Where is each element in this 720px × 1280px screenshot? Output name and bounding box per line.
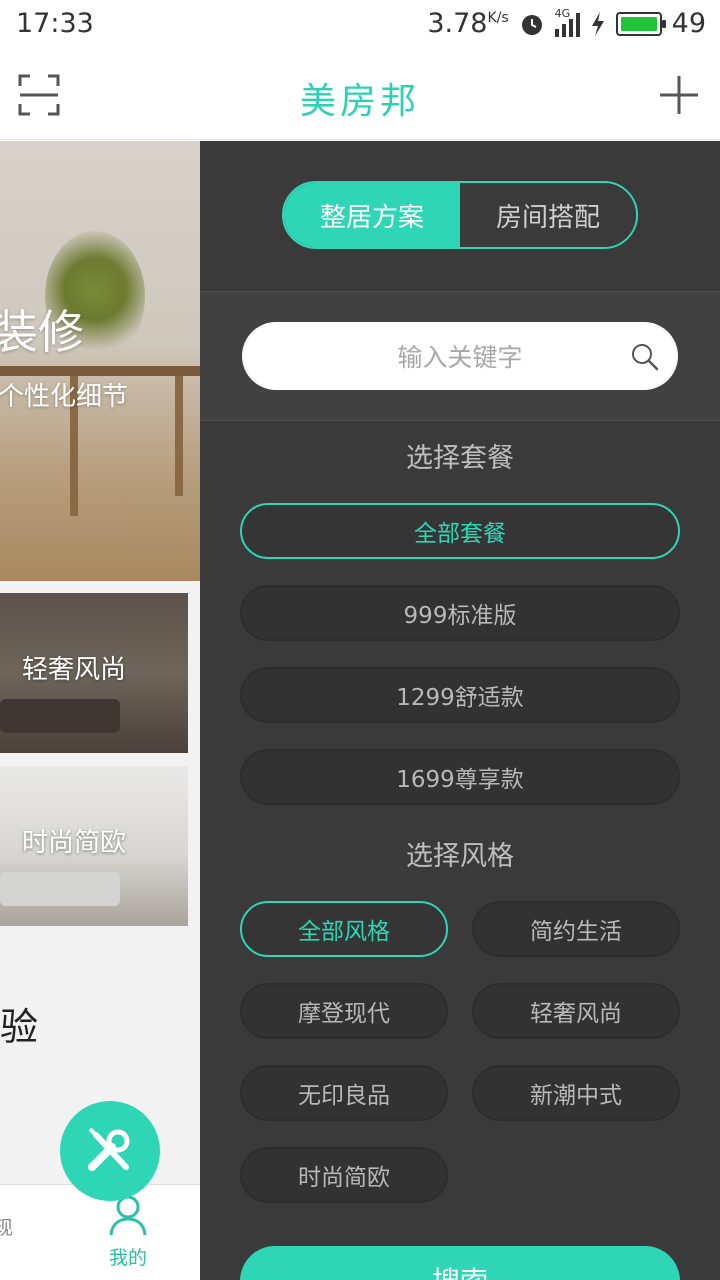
package-option-999[interactable]: 999标准版: [240, 585, 680, 641]
package-option-1299[interactable]: 1299舒适款: [240, 667, 680, 723]
style-option-muji[interactable]: 无印良品: [240, 1065, 448, 1121]
hero-table-leg: [175, 376, 183, 496]
style-option-modern[interactable]: 摩登现代: [240, 983, 448, 1039]
status-time: 17:33: [16, 8, 94, 39]
mode-segmented-control: 整居方案 房间搭配: [282, 181, 638, 249]
style-card-label: 时尚简欧: [22, 828, 127, 858]
style-option-simple-life[interactable]: 简约生活: [472, 901, 680, 957]
style-card[interactable]: 时尚简欧: [0, 766, 188, 926]
plus-icon[interactable]: [658, 74, 700, 116]
segment-room-match[interactable]: 房间搭配: [460, 183, 636, 247]
search-input[interactable]: 输入关键字: [242, 322, 678, 390]
filter-drawer: 整居方案 房间搭配 输入关键字 选择套餐 全部套餐 999标准版 1299舒适款…: [200, 141, 720, 1280]
style-option-light-luxury[interactable]: 轻奢风尚: [472, 983, 680, 1039]
alarm-icon: [521, 14, 542, 35]
hero-table-image: [0, 366, 200, 376]
signal-label: 4G: [554, 6, 571, 20]
hero-subtitle: 个性化细节: [0, 382, 129, 412]
section-heading: 验: [0, 1005, 39, 1049]
app-title: 美房邦: [299, 81, 420, 122]
style-option-european[interactable]: 时尚简欧: [240, 1147, 448, 1203]
network-speed: 3.78K/s: [427, 8, 508, 39]
app-bar: 美房邦: [0, 50, 720, 140]
tab-me-label: 我的: [108, 1247, 147, 1269]
charging-icon: [591, 11, 604, 36]
segment-whole-house[interactable]: 整居方案: [284, 183, 460, 247]
style-option-new-chinese[interactable]: 新潮中式: [472, 1065, 680, 1121]
tools-icon: [88, 1127, 130, 1171]
status-right: 3.78K/s 4G 49: [427, 7, 706, 40]
hero-title: 装修: [0, 305, 84, 359]
network-speed-value: 3.78: [427, 8, 488, 39]
background-page: 装修 个性化细节 轻奢风尚 时尚简欧 验 现 我的: [0, 141, 200, 1280]
decoration-fab[interactable]: [60, 1101, 160, 1201]
style-card[interactable]: 轻奢风尚: [0, 593, 188, 753]
package-section-title: 选择套餐: [406, 443, 514, 474]
card-image: [0, 872, 120, 906]
hero-banner[interactable]: 装修 个性化细节: [0, 141, 200, 581]
card-image: [0, 699, 120, 733]
signal-icon: 4G: [554, 7, 580, 37]
search-section: 输入关键字: [200, 291, 720, 421]
search-placeholder: 输入关键字: [397, 343, 523, 372]
package-option-1699[interactable]: 1699尊享款: [240, 749, 680, 805]
status-bar: 17:33 3.78K/s 4G 49: [0, 0, 720, 50]
style-card-label: 轻奢风尚: [22, 655, 127, 685]
tab-prev-label[interactable]: 现: [0, 1213, 13, 1240]
search-button[interactable]: 搜索: [240, 1246, 680, 1280]
tab-me[interactable]: 我的: [88, 1193, 168, 1270]
style-section-title: 选择风格: [406, 841, 514, 872]
search-icon[interactable]: [630, 342, 660, 372]
battery-level: 49: [671, 8, 706, 39]
style-option-all[interactable]: 全部风格: [240, 901, 448, 957]
network-speed-unit: K/s: [487, 10, 509, 26]
battery-icon: [615, 11, 666, 36]
package-option-all[interactable]: 全部套餐: [240, 503, 680, 559]
